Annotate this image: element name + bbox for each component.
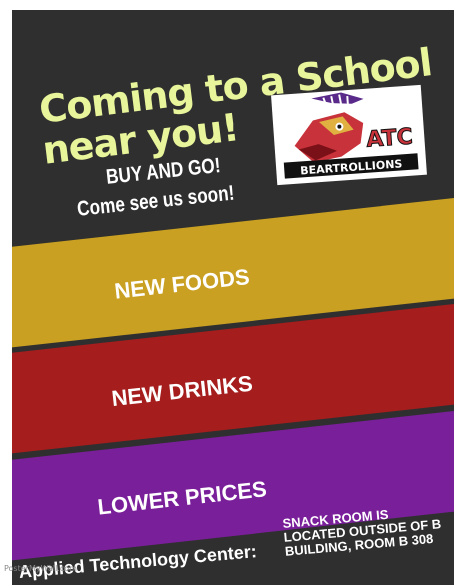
poster: Coming to a School near you! BUY AND GO!… bbox=[12, 10, 454, 585]
logo-letters: ATC bbox=[366, 125, 414, 153]
watermark: PosterMyWall.com bbox=[4, 564, 77, 573]
mascot-icon: ATC BEARTROLLIONS bbox=[283, 92, 419, 179]
subtext-come-see-us: Come see us soon! bbox=[76, 181, 236, 221]
atc-beartrollions-logo: ATC BEARTROLLIONS bbox=[271, 84, 427, 186]
